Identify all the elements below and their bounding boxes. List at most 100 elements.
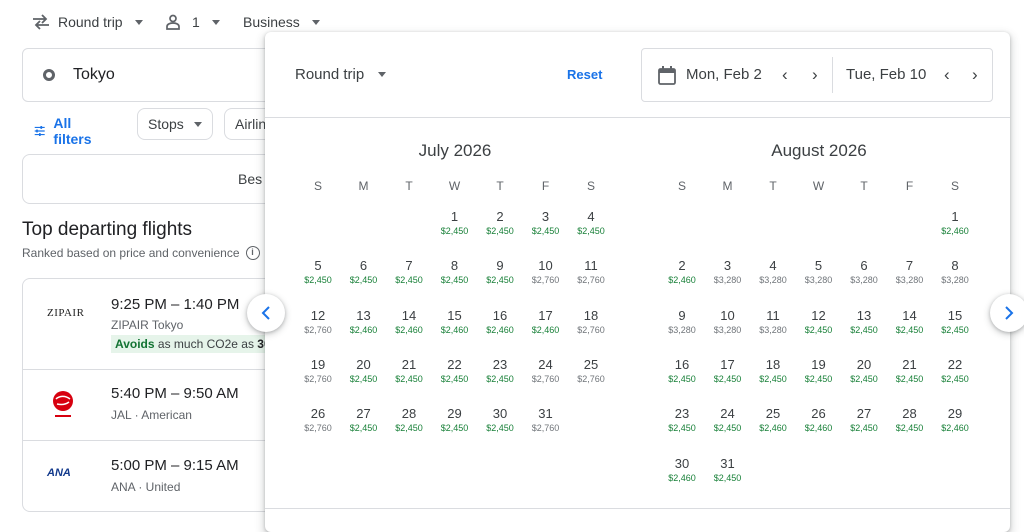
calendar-day[interactable]: 16 $2,460: [477, 304, 523, 350]
calendar-day[interactable]: 6 $3,280: [841, 254, 887, 300]
calendar-day[interactable]: 31 $2,760: [523, 402, 569, 448]
calendar-day[interactable]: 17 $2,460: [523, 304, 569, 350]
flight-airline: JAL · American: [111, 408, 192, 422]
calendar-day[interactable]: 25 $2,460: [750, 402, 796, 448]
day-number: 1: [450, 209, 459, 224]
calendar-day[interactable]: 3 $2,450: [523, 205, 569, 251]
calendar-day[interactable]: 20 $2,450: [841, 353, 887, 399]
all-filters-button[interactable]: All filters: [34, 115, 96, 147]
calendar-day[interactable]: 31 $2,450: [705, 452, 751, 498]
depart-prev-chevron-icon[interactable]: ‹: [782, 66, 788, 83]
previous-month-button[interactable]: [247, 294, 285, 332]
day-number: 12: [310, 307, 326, 323]
depart-date[interactable]: Mon, Feb 2: [686, 66, 762, 83]
picker-footer-divider: [265, 508, 1010, 509]
day-number: 14: [902, 307, 917, 323]
return-prev-chevron-icon[interactable]: ‹: [944, 66, 950, 83]
flight-row[interactable]: ZIPAIR 9:25 PM – 1:40 PM ZIPAIR Tokyo Av…: [23, 279, 281, 369]
trip-type-selector[interactable]: Round trip: [32, 14, 143, 30]
calendar-day[interactable]: 16 $2,450: [659, 353, 705, 399]
day-price: $2,450: [941, 373, 969, 384]
calendar-day[interactable]: 22 $2,450: [432, 353, 478, 399]
calendar-day[interactable]: 15 $2,460: [432, 304, 478, 350]
calendar-day[interactable]: 30 $2,460: [659, 452, 705, 498]
calendar-day[interactable]: 19 $2,450: [796, 353, 842, 399]
depart-next-chevron-icon[interactable]: ›: [812, 66, 818, 83]
day-number: 3: [723, 258, 732, 274]
calendar-day[interactable]: 5 $2,450: [295, 254, 341, 300]
passenger-selector[interactable]: 1: [166, 14, 220, 30]
calendar-day[interactable]: 15 $2,450: [932, 304, 978, 350]
reset-button[interactable]: Reset: [567, 67, 602, 82]
calendar-day[interactable]: 30 $2,450: [477, 402, 523, 448]
calendar-day[interactable]: 24 $2,760: [523, 353, 569, 399]
calendar-day[interactable]: 17 $2,450: [705, 353, 751, 399]
day-number: 10: [720, 307, 735, 323]
origin-input[interactable]: Tokyo: [22, 48, 282, 102]
day-number: 26: [811, 406, 826, 422]
calendar-day[interactable]: 10 $2,760: [523, 254, 569, 300]
calendar-day[interactable]: 27 $2,450: [341, 402, 387, 448]
calendar-day[interactable]: 7 $2,450: [386, 254, 432, 300]
calendar-day[interactable]: 3 $3,280: [705, 254, 751, 300]
calendar-day[interactable]: 18 $2,450: [750, 353, 796, 399]
calendar-day[interactable]: 4 $3,280: [750, 254, 796, 300]
calendar-day[interactable]: 9 $3,280: [659, 304, 705, 350]
calendar-day[interactable]: 26 $2,460: [796, 402, 842, 448]
calendar-day[interactable]: 14 $2,460: [386, 304, 432, 350]
day-price: $2,760: [577, 324, 605, 335]
calendar-day[interactable]: 22 $2,450: [932, 353, 978, 399]
calendar-day[interactable]: 24 $2,450: [705, 402, 751, 448]
day-price: $2,450: [486, 423, 514, 434]
calendar-day[interactable]: 28 $2,450: [887, 402, 933, 448]
calendar-day[interactable]: 23 $2,450: [659, 402, 705, 448]
calendar-day[interactable]: 1 $2,460: [932, 205, 978, 251]
calendar-day[interactable]: 8 $2,450: [432, 254, 478, 300]
calendar-day[interactable]: 26 $2,760: [295, 402, 341, 448]
calendar-day[interactable]: 25 $2,760: [568, 353, 614, 399]
weekday-header: F: [541, 179, 550, 193]
calendar-day[interactable]: 4 $2,450: [568, 205, 614, 251]
calendar-day[interactable]: 8 $3,280: [932, 254, 978, 300]
info-icon[interactable]: i: [245, 246, 260, 260]
calendar-day[interactable]: 20 $2,450: [341, 353, 387, 399]
calendar-day[interactable]: 2 $2,460: [659, 254, 705, 300]
flight-row[interactable]: ANA 5:00 PM – 9:15 AM ANA · United: [23, 440, 281, 511]
calendar-day[interactable]: 29 $2,460: [932, 402, 978, 448]
return-date[interactable]: Tue, Feb 10: [846, 66, 926, 83]
calendar-day[interactable]: 21 $2,450: [386, 353, 432, 399]
calendar-day[interactable]: 11 $3,280: [750, 304, 796, 350]
next-month-button[interactable]: [990, 294, 1024, 332]
calendar-day[interactable]: 11 $2,760: [568, 254, 614, 300]
day-price: $2,460: [941, 423, 969, 434]
cabin-class-selector[interactable]: Business: [243, 14, 320, 30]
calendar-day[interactable]: 14 $2,450: [887, 304, 933, 350]
flight-row[interactable]: 5:40 PM – 9:50 AM JAL · American: [23, 369, 281, 440]
sort-tab-best[interactable]: Bes: [22, 154, 282, 204]
calendar-day[interactable]: 29 $2,450: [432, 402, 478, 448]
calendar-day[interactable]: 10 $3,280: [705, 304, 751, 350]
picker-trip-type-selector[interactable]: Round trip: [295, 66, 387, 83]
calendar-day[interactable]: 12 $2,450: [796, 304, 842, 350]
calendar-day[interactable]: 12 $2,760: [295, 304, 341, 350]
calendar-day[interactable]: 21 $2,450: [887, 353, 933, 399]
calendar-day[interactable]: 2 $2,450: [477, 205, 523, 251]
calendar-day[interactable]: 6 $2,450: [341, 254, 387, 300]
day-price: $2,450: [440, 373, 469, 384]
day-price: $2,460: [941, 226, 969, 236]
calendar-day[interactable]: 18 $2,760: [568, 304, 614, 350]
day-price: $3,280: [850, 275, 878, 286]
calendar-day[interactable]: 13 $2,460: [341, 304, 387, 350]
return-next-chevron-icon[interactable]: ›: [972, 66, 978, 83]
calendar-day[interactable]: 1 $2,450: [432, 205, 478, 251]
calendar-day[interactable]: 13 $2,450: [841, 304, 887, 350]
calendar-day[interactable]: 27 $2,450: [841, 402, 887, 448]
stops-filter-chip[interactable]: Stops: [137, 108, 213, 140]
calendar-day[interactable]: 9 $2,450: [477, 254, 523, 300]
calendar-day[interactable]: 19 $2,760: [295, 353, 341, 399]
calendar-day[interactable]: 7 $3,280: [887, 254, 933, 300]
day-number: 10: [538, 258, 553, 274]
calendar-day[interactable]: 5 $3,280: [796, 254, 842, 300]
calendar-day[interactable]: 28 $2,450: [386, 402, 432, 448]
calendar-day[interactable]: 23 $2,450: [477, 353, 523, 399]
